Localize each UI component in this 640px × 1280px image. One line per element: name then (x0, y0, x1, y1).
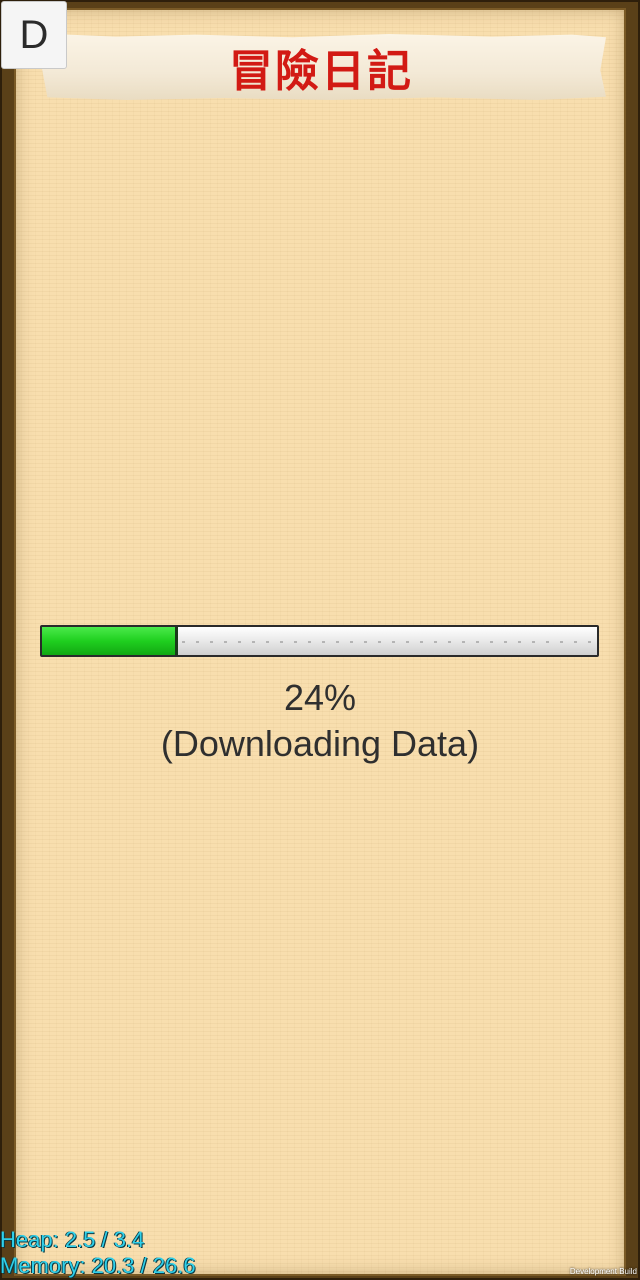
progress-status: (Downloading Data) (160, 723, 480, 764)
debug-menu-button[interactable]: D (1, 1, 67, 69)
debug-menu-label: D (19, 12, 49, 57)
game-title: 冒險日記 (229, 46, 413, 97)
heap-readout: Heap: 2.5 / 3.4 (0, 1227, 145, 1252)
progress-fill (42, 627, 179, 655)
download-progress-bar (40, 625, 599, 657)
title-banner: 冒險日記 (36, 34, 606, 100)
memory-readout: Memory: 20.3 / 26.6 (0, 1253, 196, 1278)
development-build-label: Development Build (569, 1267, 637, 1276)
progress-percent: 24% (283, 677, 357, 718)
